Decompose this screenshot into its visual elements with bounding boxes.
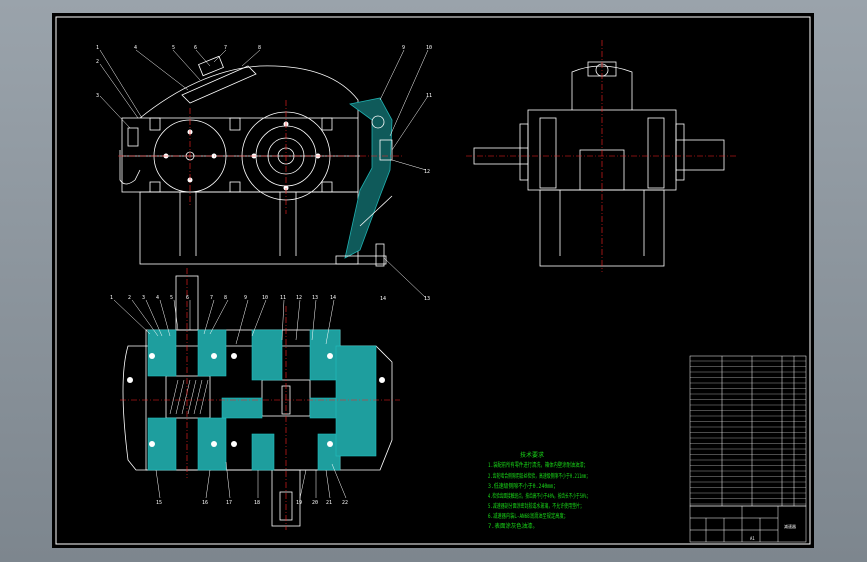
- notes-line-2: 2.齿轮啮合侧隙用铅丝检验，高速级侧隙不小于0.211mm；: [488, 472, 590, 480]
- cad-drawing-canvas: 1 2 3 4 5 6 7 8 9 10 11 12 13 14 1 2 3 4…: [55, 16, 811, 545]
- parts-list-rows: [690, 360, 806, 505]
- side-view: [473, 61, 725, 267]
- svg-text:16: 16: [202, 500, 208, 506]
- drain-plug: [335, 255, 387, 265]
- svg-text:3: 3: [142, 295, 145, 301]
- svg-text:4: 4: [134, 45, 137, 51]
- notes-line-5: 5.减速器剖分面涂密封胶或水玻璃，不允许使用垫片；: [488, 502, 584, 510]
- parts-list: [689, 355, 807, 507]
- svg-text:20: 20: [312, 500, 318, 506]
- title-block-sheet: A1: [750, 536, 755, 541]
- svg-text:21: 21: [326, 500, 332, 506]
- notes-title: 技术要求: [520, 451, 544, 459]
- lifting-hook: [119, 150, 141, 185]
- svg-text:2: 2: [128, 295, 131, 301]
- notes-line-4: 4.检验齿面接触斑点，按齿高不小于40%，按齿长不小于50%；: [488, 492, 590, 500]
- output-shaft: [675, 139, 725, 171]
- plan-gear: [165, 375, 211, 419]
- front-base: [139, 191, 359, 265]
- svg-text:1: 1: [96, 45, 99, 51]
- svg-text:5: 5: [172, 45, 175, 51]
- svg-text:15: 15: [156, 500, 162, 506]
- svg-text:6: 6: [186, 295, 189, 301]
- svg-text:8: 8: [258, 45, 261, 51]
- svg-text:10: 10: [262, 295, 268, 301]
- svg-text:22: 22: [342, 500, 348, 506]
- svg-text:14: 14: [330, 295, 336, 301]
- svg-text:8: 8: [224, 295, 227, 301]
- svg-text:12: 12: [296, 295, 302, 301]
- plan-callout-labels-top: 1 2 3 4 5 6 7 8 9 10 11 12 13 14: [110, 295, 336, 301]
- front-oil-section: [344, 97, 393, 259]
- svg-text:9: 9: [402, 45, 405, 51]
- svg-text:6: 6: [194, 45, 197, 51]
- notes-line-6: 6.减速器内装L-AN68润滑油至规定高度；: [488, 512, 568, 520]
- svg-text:19: 19: [296, 500, 302, 506]
- svg-text:18: 18: [254, 500, 260, 506]
- svg-text:17: 17: [226, 500, 232, 506]
- notes-line-1: 1.装配前所有零件进行清洗，箱体内壁涂耐油油漆；: [488, 461, 588, 469]
- plan-callout-labels-bottom: 15 16 17 18 19 20 21 22: [156, 500, 348, 506]
- notes-line-3: 3.低速级侧隙不小于0.240mm；: [488, 482, 558, 490]
- svg-text:1: 1: [110, 295, 113, 301]
- front-cover: [139, 65, 359, 119]
- svg-text:4: 4: [156, 295, 159, 301]
- svg-text:11: 11: [280, 295, 286, 301]
- title-block-name: 减速器: [784, 523, 796, 529]
- svg-text:14: 14: [380, 296, 386, 302]
- svg-text:11: 11: [426, 93, 432, 99]
- svg-text:13: 13: [312, 295, 318, 301]
- technical-notes: 技术要求 1.装配前所有零件进行清洗，箱体内壁涂耐油油漆； 2.齿轮啮合侧隙用铅…: [488, 451, 590, 530]
- front-view: [119, 55, 393, 267]
- side-centerlines: [466, 40, 736, 272]
- svg-text:7: 7: [210, 295, 213, 301]
- svg-text:13: 13: [424, 296, 430, 302]
- svg-text:2: 2: [96, 59, 99, 65]
- svg-text:12: 12: [424, 169, 430, 175]
- svg-text:7: 7: [224, 45, 227, 51]
- svg-text:10: 10: [426, 45, 432, 51]
- svg-text:5: 5: [170, 295, 173, 301]
- notes-line-7: 7.表面涂灰色油漆。: [488, 522, 538, 530]
- svg-text:3: 3: [96, 93, 99, 99]
- svg-text:9: 9: [244, 295, 247, 301]
